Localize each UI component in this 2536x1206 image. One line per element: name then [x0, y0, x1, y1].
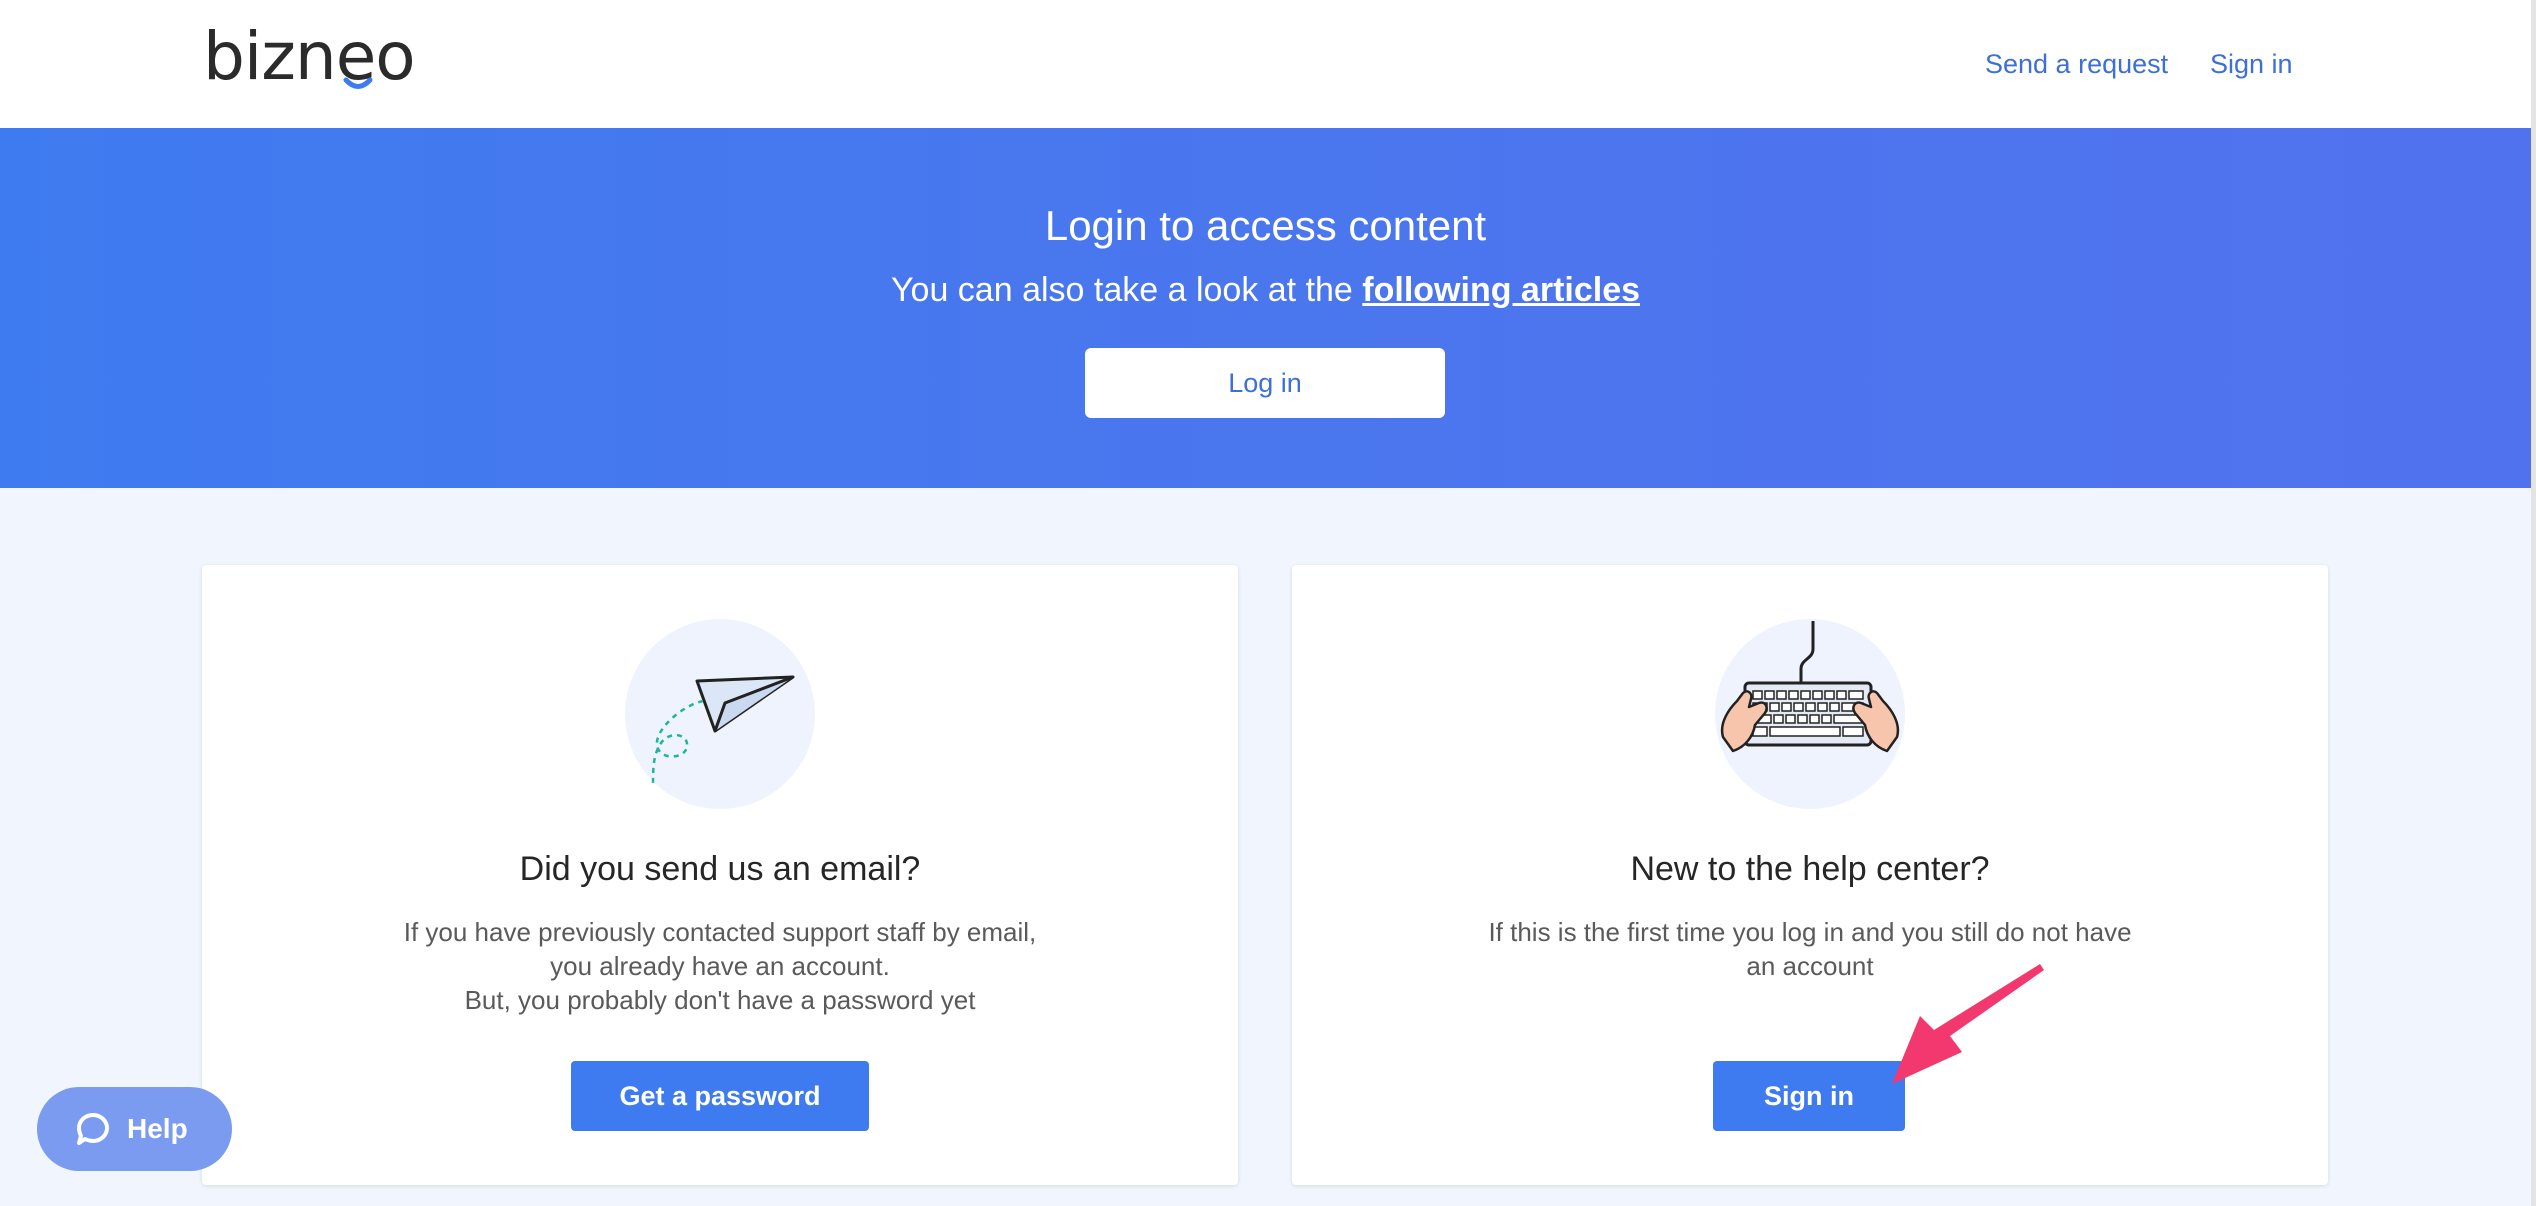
hero-title: Login to access content [1044, 202, 1487, 249]
hero-subtitle-text: You can also take a look at the [890, 271, 1363, 309]
chat-bubble-icon [77, 1113, 109, 1145]
card-sign-in-button[interactable]: Sign in [1713, 1061, 1905, 1131]
hero-subtitle: You can also take a look at the followin… [0, 268, 2531, 312]
send-request-link[interactable]: Send a request [1985, 46, 2168, 82]
get-password-button[interactable]: Get a password [571, 1061, 869, 1131]
logo-text: bizneo [203, 18, 416, 95]
new-user-card: New to the help center? If this is the f… [1292, 565, 2328, 1185]
card-title: New to the help center? [1630, 850, 1990, 888]
help-widget-button[interactable]: Help [37, 1087, 232, 1171]
header-sign-in-link[interactable]: Sign in [2210, 46, 2293, 82]
bizneo-logo[interactable]: bizneo [203, 22, 423, 92]
site-header: bizneo Send a request Sign in [0, 0, 2531, 128]
card-text-line: If you have previously contacted support… [403, 917, 1037, 947]
keyboard-hands-icon [1715, 619, 1905, 809]
card-text-line: you already have an account. [550, 951, 890, 981]
paper-plane-icon [625, 619, 815, 809]
card-title: Did you send us an email? [519, 850, 921, 888]
page-scrollbar[interactable] [2531, 0, 2536, 1206]
annotation-arrow-icon [1892, 964, 2044, 1084]
help-label: Help [127, 1113, 188, 1144]
email-account-card: Did you send us an email? If you have pr… [202, 565, 1238, 1185]
log-in-button[interactable]: Log in [1085, 348, 1445, 418]
logo-smile-icon [343, 77, 373, 89]
following-articles-link[interactable]: following articles [1362, 271, 1640, 309]
login-hero: Login to access content You can also tak… [0, 128, 2531, 488]
card-text-line: But, you probably don't have a password … [464, 985, 976, 1015]
card-description: If you have previously contacted support… [382, 915, 1058, 1017]
